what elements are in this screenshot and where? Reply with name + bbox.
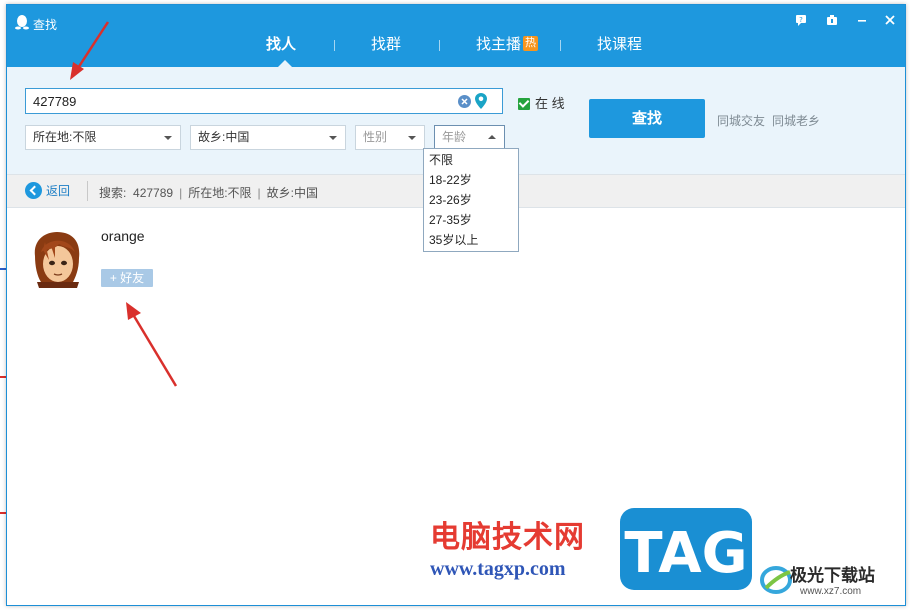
tab-divider: [439, 40, 440, 51]
age-dropdown-menu: 不限 18-22岁 23-26岁 27-35岁 35岁以上: [423, 148, 519, 252]
user-avatar[interactable]: [29, 230, 85, 288]
age-dropdown[interactable]: 年龄: [434, 125, 505, 150]
site-name: 极光下载站: [790, 566, 875, 586]
gender-dropdown[interactable]: 性别: [355, 125, 425, 150]
back-arrow-icon: [25, 182, 42, 199]
divider: [87, 181, 88, 201]
watermark-url: www.tagxp.com: [430, 558, 566, 580]
feedback-icon[interactable]: ?: [793, 14, 809, 30]
clear-icon[interactable]: [458, 95, 471, 108]
search-summary: 搜索: 427789 | 所在地:不限 | 故乡:中国: [99, 186, 318, 200]
online-checkbox[interactable]: 在 线: [518, 93, 565, 112]
close-icon[interactable]: [882, 14, 898, 30]
hometown-dropdown[interactable]: 故乡:中国: [190, 125, 346, 150]
tab-find-groups[interactable]: 找群: [371, 35, 401, 61]
active-tab-caret: [278, 60, 292, 67]
age-option[interactable]: 27-35岁: [424, 210, 518, 230]
minimize-icon[interactable]: [854, 14, 870, 30]
tab-find-courses[interactable]: 找课程: [597, 35, 642, 61]
svg-text:TAG: TAG: [624, 521, 747, 586]
chevron-up-icon: [488, 135, 496, 139]
location-pin-icon[interactable]: [475, 93, 487, 109]
svg-text:?: ?: [799, 16, 803, 24]
age-option[interactable]: 18-22岁: [424, 170, 518, 190]
chevron-down-icon: [164, 136, 172, 140]
pin-icon[interactable]: [824, 14, 840, 30]
site-url: www.xz7.com: [800, 586, 862, 597]
location-dropdown[interactable]: 所在地:不限: [25, 125, 181, 150]
age-option[interactable]: 23-26岁: [424, 190, 518, 210]
tag-logo: TAG: [620, 508, 752, 590]
title-bar: 查找 ? 找人 找群 找主播热 找课程: [7, 5, 905, 67]
result-nickname[interactable]: orange: [101, 228, 145, 244]
search-button[interactable]: 查找: [589, 99, 705, 138]
age-option[interactable]: 35岁以上: [424, 230, 518, 250]
tab-divider: [560, 40, 561, 51]
tab-find-people[interactable]: 找人: [266, 35, 296, 61]
qq-penguin-icon: [15, 15, 29, 30]
search-box: [25, 88, 503, 114]
tab-bar: 找人 找群 找主播热 找课程: [7, 35, 905, 67]
watermark-text: 电脑技术网: [430, 520, 585, 555]
search-input[interactable]: [33, 93, 443, 109]
hot-badge: 热: [523, 36, 539, 51]
add-friend-button[interactable]: + 好友: [101, 269, 153, 287]
tab-divider: [334, 40, 335, 51]
local-friends-link[interactable]: 同城交友: [717, 112, 765, 129]
checkbox-checked-icon[interactable]: [518, 98, 530, 110]
tab-find-streamers[interactable]: 找主播热: [476, 35, 539, 61]
back-button[interactable]: 返回: [25, 182, 70, 200]
age-option[interactable]: 不限: [424, 150, 518, 170]
window-title: 查找: [33, 18, 58, 32]
local-townsmen-link[interactable]: 同城老乡: [772, 112, 820, 129]
chevron-down-icon: [408, 136, 416, 140]
chevron-down-icon: [329, 136, 337, 140]
